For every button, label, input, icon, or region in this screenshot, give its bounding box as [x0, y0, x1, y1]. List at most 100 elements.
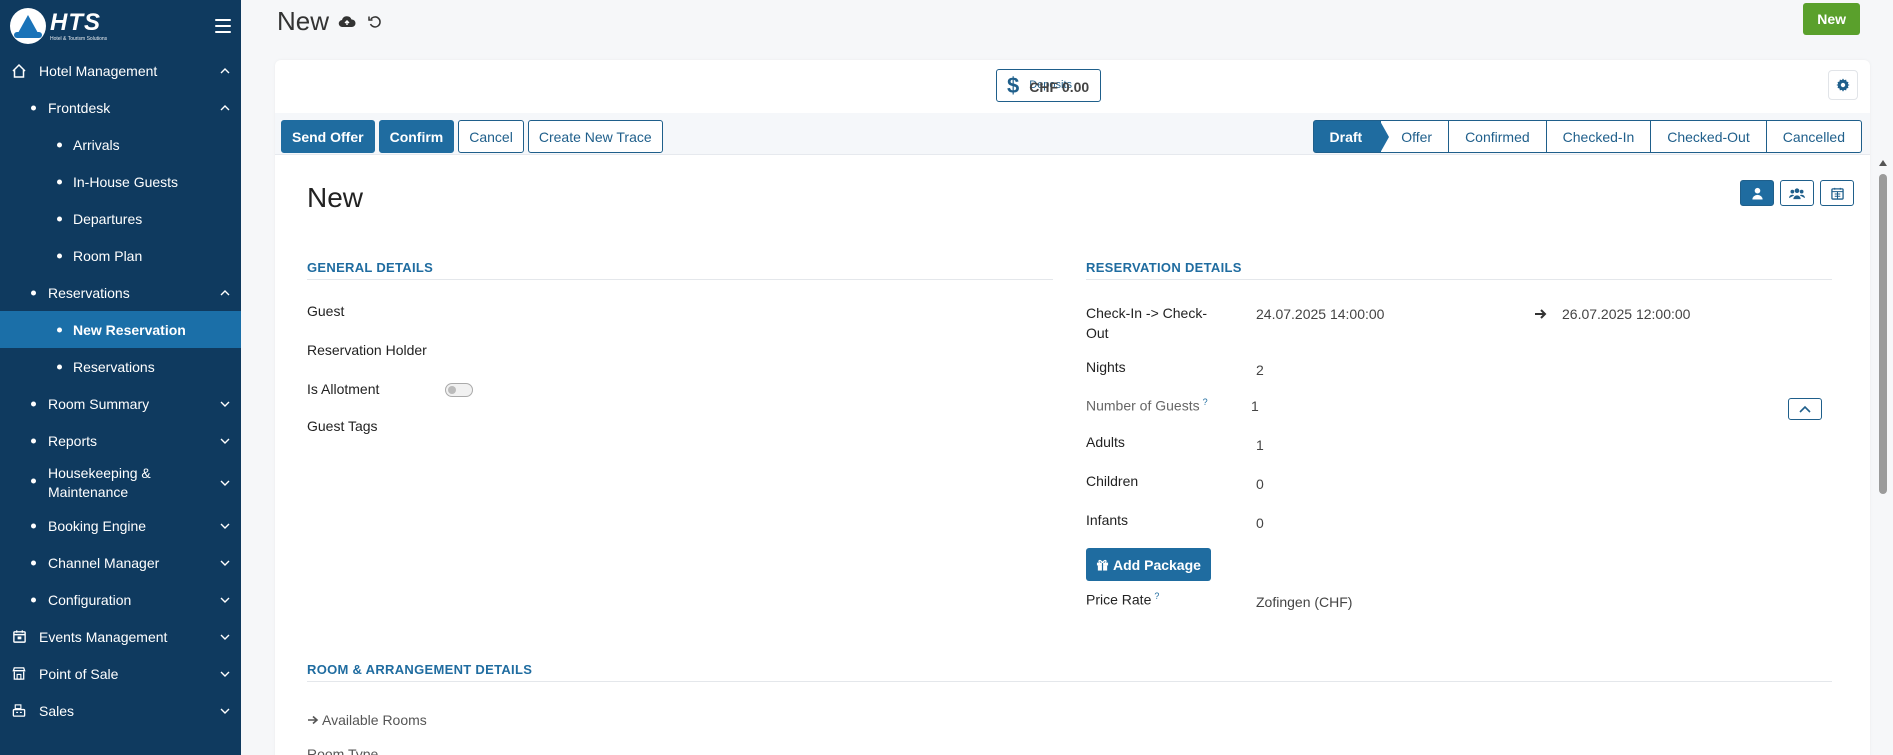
- sidebar-item-label: Channel Manager: [48, 554, 160, 571]
- sidebar-item-label: Hotel Management: [39, 62, 158, 79]
- sidebar-item-label: Housekeeping & Maintenance: [48, 465, 151, 500]
- scrollbar-thumb[interactable]: [1879, 174, 1887, 494]
- guest-label: Guest: [307, 303, 345, 319]
- nights-label: Nights: [1086, 359, 1126, 375]
- sidebar-item-configuration[interactable]: Configuration: [0, 581, 241, 618]
- chevron-down-icon: [220, 634, 230, 640]
- nights-field[interactable]: 2: [1256, 362, 1264, 378]
- sidebar-item-room-plan[interactable]: Room Plan: [0, 237, 241, 274]
- sidebar-item-label: Reservations: [73, 358, 155, 375]
- group-view-button[interactable]: [1780, 180, 1814, 206]
- sidebar-item-reports[interactable]: Reports: [0, 422, 241, 459]
- deposits-value: CHF 0.00: [1029, 78, 1090, 95]
- chevron-up-icon: [1799, 405, 1811, 413]
- confirm-button[interactable]: Confirm: [378, 120, 455, 153]
- status-stage-confirmed[interactable]: Confirmed: [1449, 120, 1547, 153]
- logo-text: HTS: [50, 8, 101, 36]
- status-stage-checked-in[interactable]: Checked-In: [1546, 120, 1652, 153]
- help-tooltip-icon[interactable]: ?: [1203, 397, 1208, 407]
- sidebar-item-label: Room Plan: [73, 247, 143, 264]
- children-field[interactable]: 0: [1256, 476, 1264, 492]
- sidebar-item-label: Arrivals: [73, 136, 120, 153]
- cloud-upload-icon[interactable]: [337, 12, 357, 32]
- vertical-scrollbar[interactable]: [1879, 160, 1887, 720]
- sidebar-item-label: Sales: [39, 702, 75, 719]
- sidebar-item-frontdesk[interactable]: Frontdesk: [0, 89, 241, 126]
- gift-icon: [1096, 559, 1109, 571]
- help-tooltip-icon[interactable]: ?: [1154, 591, 1159, 601]
- cash-register-icon: [11, 703, 27, 719]
- available-rooms-link[interactable]: Available Rooms: [307, 712, 427, 728]
- gear-icon: [1836, 78, 1850, 92]
- chevron-down-icon: [220, 560, 230, 566]
- sidebar-item-new-reservation[interactable]: New Reservation: [0, 311, 241, 348]
- adults-field[interactable]: 1: [1256, 437, 1264, 453]
- chevron-down-icon: [220, 523, 230, 529]
- settings-button[interactable]: [1828, 70, 1858, 100]
- infants-field[interactable]: 0: [1256, 515, 1264, 531]
- logo-tagline: Hotel & Tourism Solutions: [50, 35, 108, 42]
- sidebar-item-events-management[interactable]: Events Management: [0, 618, 241, 655]
- room-arrangement-heading: ROOM & ARRANGEMENT DETAILS: [307, 662, 1832, 682]
- status-stage-offer[interactable]: Offer: [1381, 120, 1450, 153]
- sidebar-item-in-house-guests[interactable]: In-House Guests: [0, 163, 241, 200]
- room-type-label: Room Type: [307, 746, 379, 755]
- sidebar-item-label: In-House Guests: [73, 173, 179, 190]
- sidebar-nav: Hotel Management Frontdesk Arrivals In-H…: [0, 52, 241, 729]
- status-stage-cancelled[interactable]: Cancelled: [1766, 120, 1862, 153]
- calendar-icon: [11, 629, 27, 645]
- chevron-down-icon: [220, 480, 230, 486]
- status-stage-draft[interactable]: Draft: [1312, 120, 1389, 153]
- dollar-icon: $: [1007, 72, 1020, 98]
- is-allotment-label: Is Allotment: [307, 381, 380, 397]
- is-allotment-toggle[interactable]: [445, 383, 473, 397]
- sidebar-item-room-summary[interactable]: Room Summary: [0, 385, 241, 422]
- collapse-guests-button[interactable]: [1788, 398, 1822, 420]
- single-guest-view-button[interactable]: [1740, 180, 1774, 206]
- page-title: New: [277, 6, 330, 36]
- main-area: New New $ Deposits CHF 0.00 Send Offer C…: [241, 0, 1893, 755]
- logo[interactable]: HTS Hotel & Tourism Solutions: [10, 8, 107, 44]
- sidebar-item-point-of-sale[interactable]: Point of Sale: [0, 655, 241, 692]
- reservation-details-heading: RESERVATION DETAILS: [1086, 260, 1832, 280]
- chevron-down-icon: [220, 597, 230, 603]
- sidebar-item-reservations-group[interactable]: Reservations: [0, 274, 241, 311]
- sidebar-item-reservations[interactable]: Reservations: [0, 348, 241, 385]
- checkout-date-field[interactable]: 26.07.2025 12:00:00: [1562, 306, 1690, 322]
- new-record-button[interactable]: New: [1803, 3, 1860, 35]
- discard-undo-icon[interactable]: [365, 12, 385, 32]
- add-package-button[interactable]: Add Package: [1086, 548, 1211, 581]
- sidebar-item-label: Events Management: [39, 628, 168, 645]
- children-label: Children: [1086, 473, 1139, 489]
- form-title: New: [307, 182, 364, 213]
- sidebar-item-hotel-management[interactable]: Hotel Management: [0, 52, 241, 89]
- send-offer-button[interactable]: Send Offer: [281, 120, 375, 153]
- guest-tags-label: Guest Tags: [307, 418, 378, 434]
- price-rate-field[interactable]: Zofingen (CHF): [1256, 594, 1352, 610]
- sidebar-item-departures[interactable]: Departures: [0, 200, 241, 237]
- arrow-right-icon: [1534, 307, 1548, 325]
- number-of-guests-label: Number of Guests?: [1086, 397, 1208, 414]
- chevron-down-icon: [220, 438, 230, 444]
- checkin-date-field[interactable]: 24.07.2025 14:00:00: [1256, 306, 1384, 322]
- status-stage-checked-out[interactable]: Checked-Out: [1651, 120, 1767, 153]
- infants-label: Infants: [1086, 512, 1129, 528]
- sidebar-item-booking-engine[interactable]: Booking Engine: [0, 507, 241, 544]
- sidebar-item-sales[interactable]: Sales: [0, 692, 241, 729]
- chevron-down-icon: [220, 401, 230, 407]
- sidebar-item-housekeeping[interactable]: Housekeeping & Maintenance: [0, 459, 241, 507]
- store-icon: [11, 666, 27, 682]
- create-new-trace-button[interactable]: Create New Trace: [527, 120, 663, 153]
- hamburger-menu-icon[interactable]: [215, 19, 231, 33]
- status-bar: Draft Offer Confirmed Checked-In Checked…: [1312, 120, 1862, 153]
- cancel-button[interactable]: Cancel: [458, 120, 524, 153]
- sidebar-item-label: Reservations: [48, 284, 130, 301]
- general-details-heading: GENERAL DETAILS: [307, 260, 1053, 280]
- deposits-button[interactable]: $ Deposits CHF 0.00: [996, 69, 1101, 102]
- sidebar-item-label: Booking Engine: [48, 517, 147, 534]
- calendar-view-button[interactable]: [1820, 180, 1854, 206]
- sidebar-item-arrivals[interactable]: Arrivals: [0, 126, 241, 163]
- arrow-right-icon: [308, 715, 319, 725]
- scroll-up-icon[interactable]: [1879, 160, 1887, 166]
- sidebar-item-channel-manager[interactable]: Channel Manager: [0, 544, 241, 581]
